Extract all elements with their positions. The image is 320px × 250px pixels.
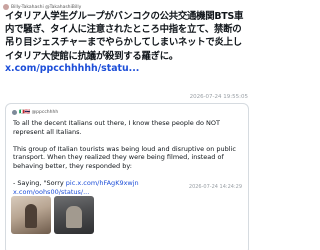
quoted-status-link[interactable]: x.com/oohs00/status/...	[13, 188, 89, 196]
author-name[interactable]: Billy-Takahashi @TakahashiBilly	[11, 5, 81, 10]
person-figure	[25, 204, 37, 228]
tweet-text: イタリア人学生グループがバンコクの公共交通機関BTS車内で騒ぎ、タイ人に注意され…	[5, 11, 244, 62]
quoted-tweet-header: 🇮🇹🇹🇭 @ppcchhhh	[12, 108, 58, 116]
tweet-timestamp[interactable]: 2026-07-24 19:55:05	[190, 94, 248, 100]
quoted-said-prefix: - Saying, "Sorry	[13, 179, 66, 188]
quoted-tweet[interactable]: 🇮🇹🇹🇭 @ppcchhhh To all the decent Italian…	[5, 103, 249, 250]
media-thumbnail[interactable]	[11, 196, 51, 234]
quoted-pic-link[interactable]: pic.x.com/hFAgK9xwjn	[66, 179, 139, 187]
quoted-timestamp[interactable]: 2026-07-24 14:24:29	[189, 184, 242, 190]
tweet-card: Billy-Takahashi @TakahashiBilly イタリア人学生グ…	[0, 0, 250, 250]
media-thumbnail[interactable]	[54, 196, 94, 234]
quoted-paragraph: This group of Italian tourists was being…	[13, 144, 236, 170]
quoted-avatar[interactable]	[12, 109, 17, 115]
person-figure	[66, 206, 82, 228]
quoted-paragraph: To all the decent Italians out there, I …	[13, 119, 220, 136]
quoted-author-name[interactable]: 🇮🇹🇹🇭 @ppcchhhh	[19, 110, 58, 115]
tweet-link[interactable]: x.com/ppcchhhhh/statu...	[5, 63, 139, 74]
